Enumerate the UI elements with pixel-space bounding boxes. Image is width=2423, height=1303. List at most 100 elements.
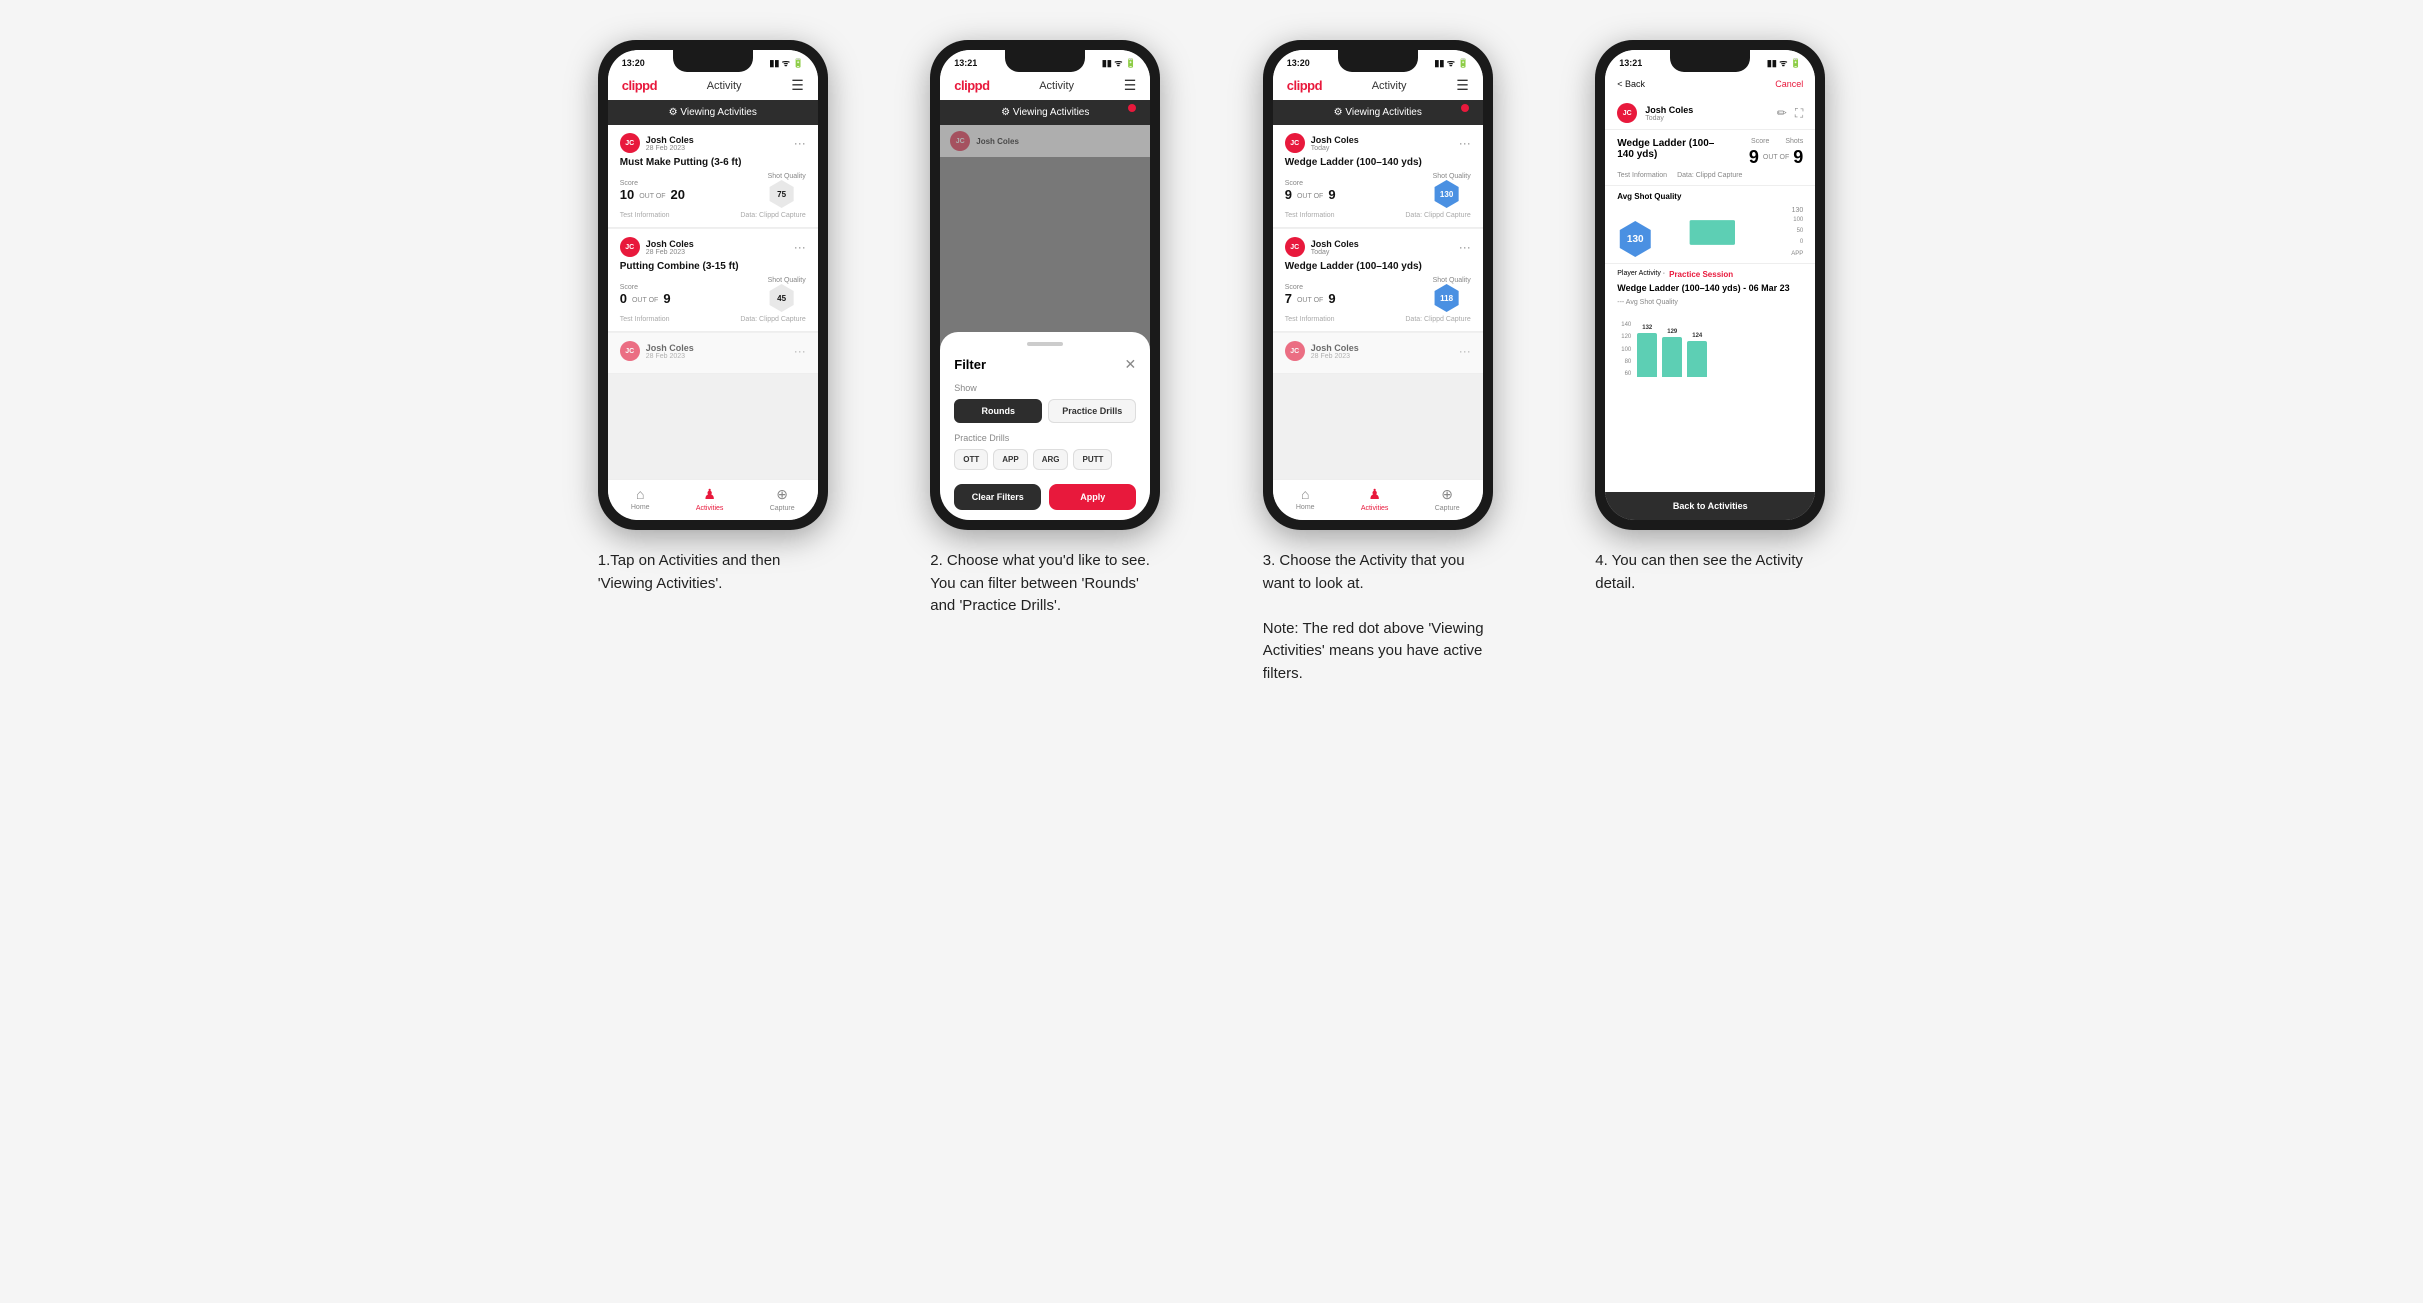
caption-1: 1.Tap on Activities and then 'Viewing Ac…: [598, 550, 828, 595]
activity-feed-1: JC Josh Coles 28 Feb 2023 ··· Must Make …: [608, 125, 818, 479]
chip-ott[interactable]: OTT: [954, 449, 988, 470]
player-activity-value-4: Practice Session: [1669, 270, 1733, 279]
activity-title-3-2: Wedge Ladder (100–140 yds): [1285, 261, 1471, 272]
apply-btn[interactable]: Apply: [1049, 484, 1136, 510]
filter-close-2[interactable]: ✕: [1125, 356, 1137, 373]
status-icons-3: ▮▮ ᯤ 🔋: [1434, 56, 1468, 69]
nav-capture-1[interactable]: ⊕ Capture: [770, 486, 795, 512]
user-date-3-1: Today: [1311, 145, 1359, 152]
menu-icon-2[interactable]: ☰: [1124, 77, 1137, 94]
player-activity-prefix-4: Player Activity ·: [1617, 270, 1665, 279]
activity-card-3-3[interactable]: JC Josh Coles 28 Feb 2023 ···: [1273, 333, 1483, 374]
card-header-1-3: JC Josh Coles 28 Feb 2023 ···: [620, 341, 806, 361]
detail-title-row-4: Wedge Ladder (100–140 yds) Score Shots 9…: [1605, 130, 1815, 172]
show-label-2: Show: [954, 383, 1136, 393]
user-info-3-3: JC Josh Coles 28 Feb 2023: [1285, 341, 1359, 361]
info-line1-4: Test Information: [1617, 172, 1667, 179]
user-info-1-3: JC Josh Coles 28 Feb 2023: [620, 341, 694, 361]
clear-filters-btn[interactable]: Clear Filters: [954, 484, 1041, 510]
score-label-3-1: Score: [1285, 180, 1336, 187]
capture-icon-1: ⊕: [776, 486, 788, 503]
session-title-4: Wedge Ladder (100–140 yds) - 06 Mar 23: [1617, 283, 1803, 293]
menu-icon-3[interactable]: ☰: [1456, 77, 1469, 94]
quality-hex-3-1: 130: [1433, 180, 1461, 208]
chip-arg[interactable]: ARG: [1033, 449, 1069, 470]
page-container: 13:20 ▮▮ ᯤ 🔋 clippd Activity ☰ ⚙ Viewing…: [562, 40, 1862, 685]
time-3: 13:20: [1287, 58, 1310, 68]
filter-modal-2: Filter ✕ Show Rounds Practice Drills Pra…: [940, 332, 1150, 520]
stats-row-1-2: Score 0 OUT OF 9 Shot Quality 45: [620, 277, 806, 312]
user-date-3-2: Today: [1311, 249, 1359, 256]
menu-icon-1[interactable]: ☰: [791, 77, 804, 94]
drill-name-4: Wedge Ladder (100–140 yds): [1617, 138, 1727, 160]
partial-card-behind: JC Josh Coles: [940, 125, 1150, 157]
quality-label-3-1: Shot Quality: [1433, 173, 1471, 180]
more-dots-1-2[interactable]: ···: [794, 240, 806, 254]
chip-app[interactable]: APP: [993, 449, 1027, 470]
activity-card-3-1[interactable]: JC Josh Coles Today ··· Wedge Ladder (10…: [1273, 125, 1483, 228]
bar-2-4: [1662, 337, 1682, 377]
activity-card-1-3[interactable]: JC Josh Coles 28 Feb 2023 ···: [608, 333, 818, 374]
viewing-banner-text-1: ⚙ Viewing Activities: [669, 107, 757, 118]
card-footer-1-1: Test Information Data: Clippd Capture: [620, 212, 806, 219]
status-icons-1: ▮▮ ᯤ 🔋: [769, 56, 803, 69]
nav-capture-label-1: Capture: [770, 505, 795, 512]
nav-capture-3[interactable]: ⊕ Capture: [1435, 486, 1460, 512]
quality-hex-3-2: 118: [1433, 284, 1461, 312]
back-to-activities-btn[interactable]: Back to Activities: [1605, 492, 1815, 520]
shots-value-1-1: 20: [671, 187, 685, 202]
outof-1-1: OUT OF: [639, 193, 665, 202]
user-name-3-1: Josh Coles: [1311, 135, 1359, 145]
activity-card-1-2[interactable]: JC Josh Coles 28 Feb 2023 ··· Putting Co…: [608, 229, 818, 332]
nav-activities-label-3: Activities: [1361, 505, 1389, 512]
phone-frame-3: 13:20 ▮▮ ᯤ 🔋 clippd Activity ☰ ⚙ Viewing…: [1263, 40, 1493, 530]
expand-icon-4[interactable]: ⛶: [1795, 106, 1803, 121]
viewing-banner-2[interactable]: ⚙ Viewing Activities: [940, 100, 1150, 125]
card-footer-1-2: Test Information Data: Clippd Capture: [620, 316, 806, 323]
status-icons-2: ▮▮ ᯤ 🔋: [1102, 56, 1136, 69]
detail-header-4: < Back Cancel: [1605, 71, 1815, 97]
score-label-1-2: Score: [620, 284, 671, 291]
more-dots-1-3[interactable]: ···: [794, 344, 806, 358]
nav-activities-1[interactable]: ♟ Activities: [696, 486, 724, 512]
avatar-1-3: JC: [620, 341, 640, 361]
chip-putt[interactable]: PUTT: [1073, 449, 1112, 470]
more-dots-3-3[interactable]: ···: [1459, 344, 1471, 358]
activity-card-1-1[interactable]: JC Josh Coles 28 Feb 2023 ··· Must Make …: [608, 125, 818, 228]
outof-3-2: OUT OF: [1297, 297, 1323, 306]
filter-rounds-btn[interactable]: Rounds: [954, 399, 1042, 423]
phone-notch-3: [1338, 50, 1418, 72]
viewing-banner-1[interactable]: ⚙ Viewing Activities: [608, 100, 818, 125]
quality-chart-svg: [1657, 216, 1747, 249]
nav-home-3[interactable]: ⌂ Home: [1296, 486, 1315, 512]
more-dots-1-1[interactable]: ···: [794, 136, 806, 150]
nav-home-1[interactable]: ⌂ Home: [631, 486, 650, 512]
nav-activities-3[interactable]: ♟ Activities: [1361, 486, 1389, 512]
card-header-1-1: JC Josh Coles 28 Feb 2023 ···: [620, 133, 806, 153]
more-dots-3-2[interactable]: ···: [1459, 240, 1471, 254]
status-icons-4: ▮▮ ᯤ 🔋: [1767, 56, 1801, 69]
avg-quality-chart-4: 130 130 100500 APP: [1617, 207, 1803, 257]
back-btn-4[interactable]: < Back: [1617, 79, 1645, 89]
phone-screen-1: 13:20 ▮▮ ᯤ 🔋 clippd Activity ☰ ⚙ Viewing…: [608, 50, 818, 520]
edit-icon-4[interactable]: ✏: [1777, 106, 1787, 121]
caption-4: 4. You can then see the Activity detail.: [1595, 550, 1825, 595]
time-2: 13:21: [954, 58, 977, 68]
user-date-3-3: 28 Feb 2023: [1311, 353, 1359, 360]
viewing-banner-3[interactable]: ⚙ Viewing Activities: [1273, 100, 1483, 125]
step-3-column: 13:20 ▮▮ ᯤ 🔋 clippd Activity ☰ ⚙ Viewing…: [1227, 40, 1530, 685]
phone-screen-2: 13:21 ▮▮ ᯤ 🔋 clippd Activity ☰ ⚙ Viewing…: [940, 50, 1150, 520]
caption-2: 2. Choose what you'd like to see. You ca…: [930, 550, 1160, 618]
quality-hex-1-1: 75: [768, 180, 796, 208]
avg-quality-label-4: Avg Shot Quality: [1617, 192, 1803, 201]
user-info-1-2: JC Josh Coles 28 Feb 2023: [620, 237, 694, 257]
activity-card-3-2[interactable]: JC Josh Coles Today ··· Wedge Ladder (10…: [1273, 229, 1483, 332]
filter-practice-drills-btn[interactable]: Practice Drills: [1048, 399, 1136, 423]
cancel-btn-4[interactable]: Cancel: [1775, 79, 1803, 89]
phone-notch-2: [1005, 50, 1085, 72]
phone-notch-4: [1670, 50, 1750, 72]
chart-x-label-4: APP: [1657, 251, 1803, 257]
viewing-banner-text-3: ⚙ Viewing Activities: [1334, 107, 1422, 118]
user-info-3-1: JC Josh Coles Today: [1285, 133, 1359, 153]
more-dots-3-1[interactable]: ···: [1459, 136, 1471, 150]
